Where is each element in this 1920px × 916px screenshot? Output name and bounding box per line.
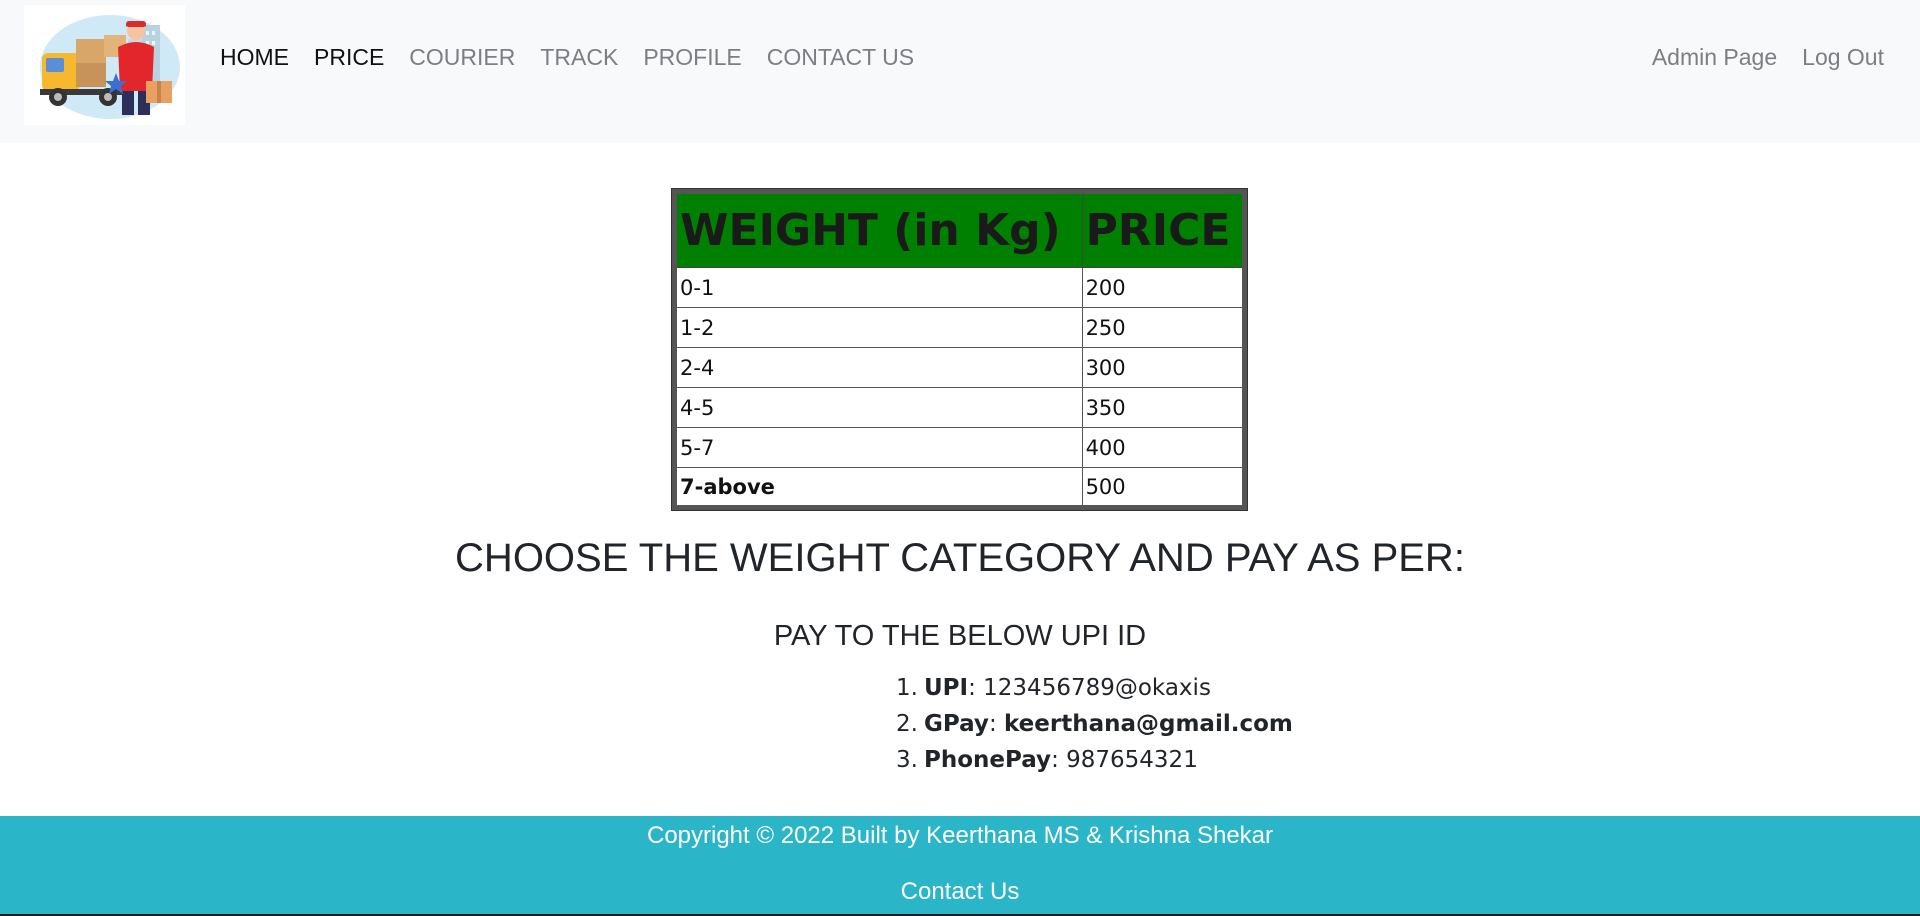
list-number: 3. xyxy=(896,747,918,773)
list-item: 3. PhonePay: 987654321 xyxy=(896,744,1293,780)
navbar: HOME PRICE COURIER TRACK PROFILE CONTACT… xyxy=(0,0,1920,143)
payment-methods-list: 1. UPI: 123456789@okaxis 2. GPay: keerthan… xyxy=(896,672,1293,780)
table-row: 4-5 350 xyxy=(674,387,1246,428)
nav-courier-link[interactable]: COURIER xyxy=(409,44,515,71)
separator: : xyxy=(988,711,1004,737)
log-out-link[interactable]: Log Out xyxy=(1802,44,1884,71)
payment-method-label: GPay xyxy=(924,711,989,737)
delivery-man-truck-icon xyxy=(39,15,180,119)
nav-track-link[interactable]: TRACK xyxy=(540,44,618,71)
main-nav: HOME PRICE COURIER TRACK PROFILE CONTACT… xyxy=(220,44,914,71)
separator: : xyxy=(1051,747,1067,773)
table-row: 1-2 250 xyxy=(674,307,1246,348)
price-cell: 500 xyxy=(1081,467,1246,508)
weight-cell: 4-5 xyxy=(674,387,1083,428)
user-nav: Admin Page Log Out xyxy=(1652,44,1884,71)
footer-contact-us-link[interactable]: Contact Us xyxy=(0,878,1920,906)
payment-method-label: UPI xyxy=(924,675,969,701)
list-number: 2. xyxy=(896,711,918,737)
price-cell: 250 xyxy=(1081,307,1246,348)
list-number: 1. xyxy=(896,675,918,701)
admin-page-link[interactable]: Admin Page xyxy=(1652,44,1777,71)
price-cell: 300 xyxy=(1081,347,1246,388)
copyright-text: Copyright © 2022 Built by Keerthana MS &… xyxy=(646,822,1273,849)
footer: Copyright © 2022 Built by Keerthana MS &… xyxy=(0,816,1920,916)
nav-profile-link[interactable]: PROFILE xyxy=(643,44,741,71)
courier-logo[interactable] xyxy=(24,5,185,125)
weight-column-header: WEIGHT (in Kg) xyxy=(674,191,1083,268)
table-row: 0-1 200 xyxy=(674,267,1246,308)
pay-upi-heading: PAY TO THE BELOW UPI ID xyxy=(773,620,1147,652)
table-row: 7-above 500 xyxy=(674,467,1246,508)
price-column-header: PRICE xyxy=(1081,191,1246,268)
table-row: 2-4 300 xyxy=(674,347,1246,388)
payment-method-value: 987654321 xyxy=(1066,747,1198,773)
separator: : xyxy=(968,675,984,701)
weight-cell: 7-above xyxy=(674,467,1083,508)
nav-contact-us-link[interactable]: CONTACT US xyxy=(767,44,914,71)
nav-home-link[interactable]: HOME xyxy=(220,44,289,71)
price-table: WEIGHT (in Kg) PRICE 0-1 200 1-2 250 2-4… xyxy=(672,189,1247,510)
nav-price-link[interactable]: PRICE xyxy=(314,44,384,71)
price-cell: 400 xyxy=(1081,427,1246,468)
price-cell: 200 xyxy=(1081,267,1246,308)
weight-cell: 5-7 xyxy=(674,427,1083,468)
payment-method-value: keerthana@gmail.com xyxy=(1004,711,1293,737)
weight-cell: 2-4 xyxy=(674,347,1083,388)
list-item: 1. UPI: 123456789@okaxis xyxy=(896,672,1293,708)
table-row: 5-7 400 xyxy=(674,427,1246,468)
weight-cell: 0-1 xyxy=(674,267,1083,308)
table-header-row: WEIGHT (in Kg) PRICE xyxy=(674,191,1246,268)
payment-method-label: PhonePay xyxy=(924,747,1052,773)
weight-cell: 1-2 xyxy=(674,307,1083,348)
payment-method-value: 123456789@okaxis xyxy=(983,675,1211,701)
choose-weight-heading: CHOOSE THE WEIGHT CATEGORY AND PAY AS PE… xyxy=(455,536,1465,580)
price-cell: 350 xyxy=(1081,387,1246,428)
list-item: 2. GPay: keerthana@gmail.com xyxy=(896,708,1293,744)
